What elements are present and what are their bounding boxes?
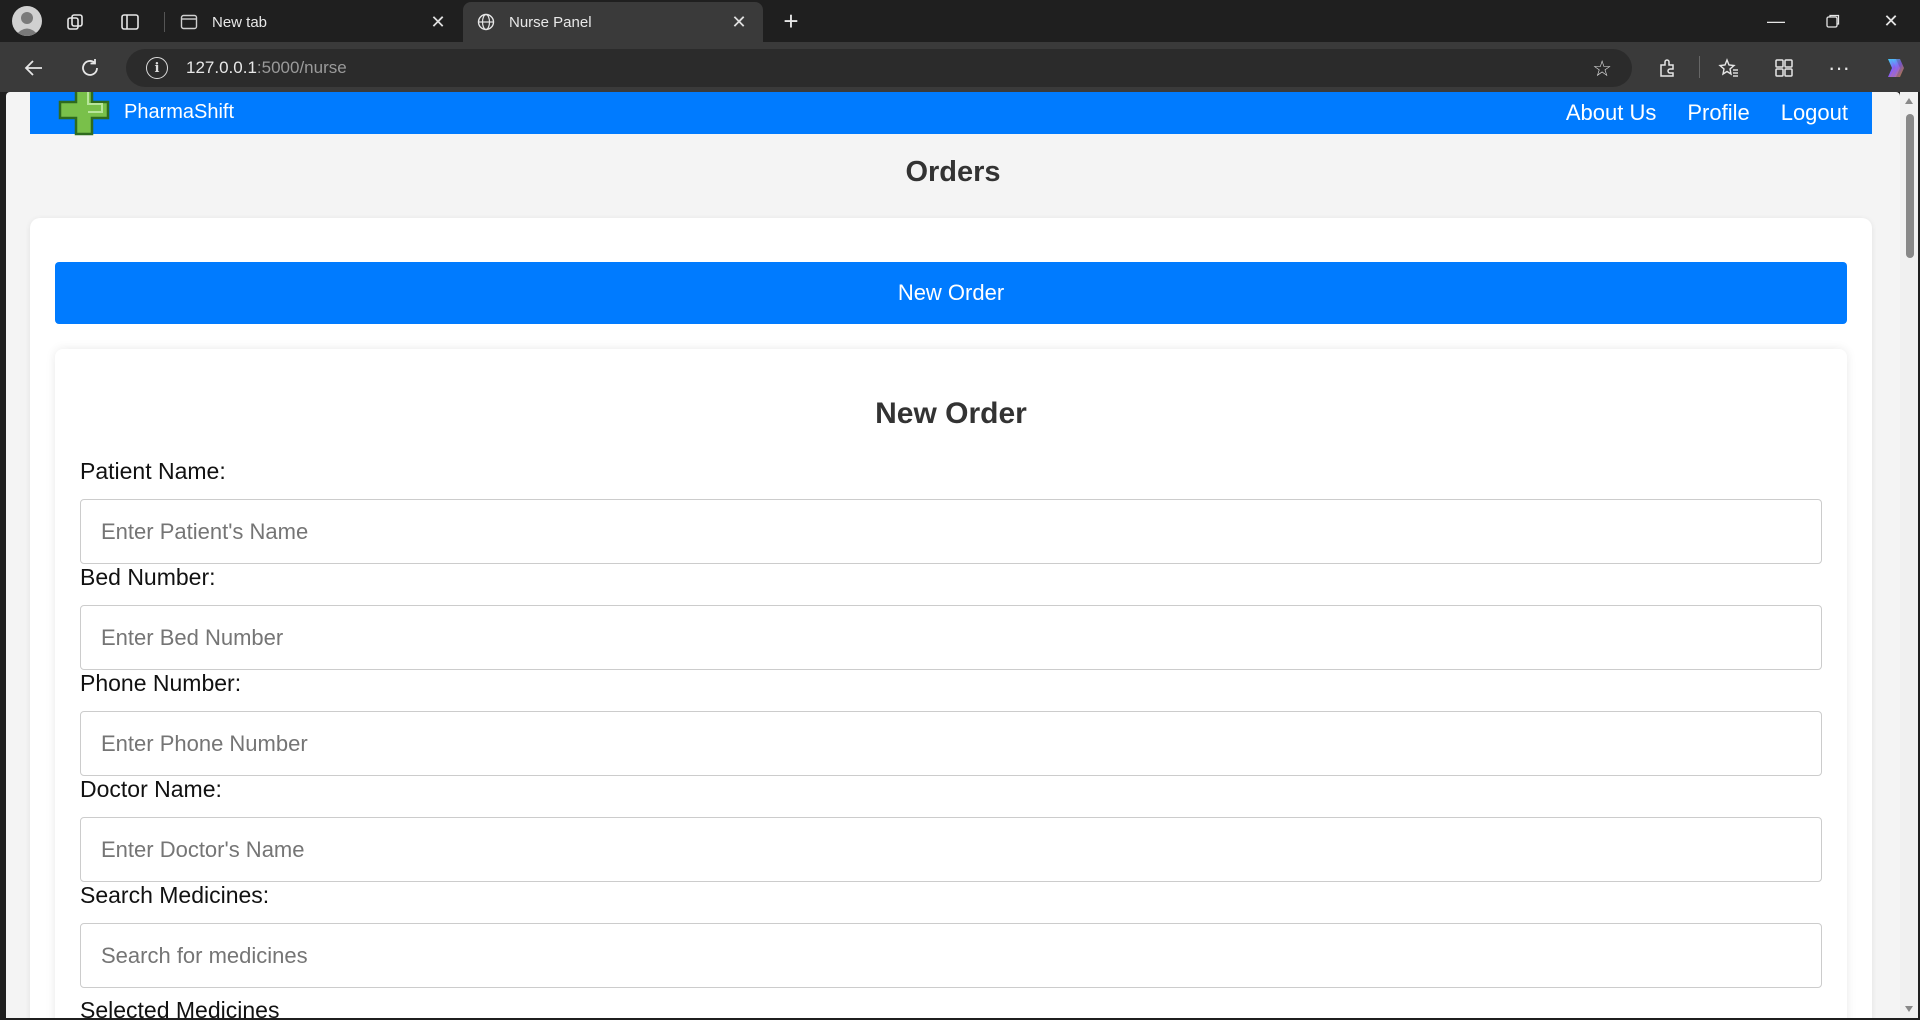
new-order-form: New Order Patient Name: Bed Number: Phon… [55, 349, 1847, 1018]
tab-separator [164, 12, 165, 32]
close-window-icon[interactable]: ✕ [1862, 0, 1920, 42]
collections-icon[interactable] [1766, 50, 1802, 86]
tab-nurse-panel[interactable]: Nurse Panel ✕ [463, 2, 763, 42]
nav-about-us-link[interactable]: About Us [1566, 100, 1657, 126]
tab-actions-icon[interactable] [116, 8, 144, 36]
doctor-name-label: Doctor Name: [80, 776, 222, 802]
page-title: Orders [905, 156, 1001, 188]
back-icon[interactable] [16, 50, 52, 86]
url-text: 127.0.0.1:5000/nurse [186, 58, 347, 77]
page-scrollbar[interactable] [1900, 92, 1918, 1018]
toolbar-divider [1699, 56, 1700, 78]
person-icon [15, 12, 39, 36]
restore-icon[interactable] [1804, 0, 1862, 42]
new-tab-page-icon [180, 14, 198, 30]
refresh-icon[interactable] [72, 50, 108, 86]
nav-links: About Us Profile Logout [1566, 92, 1848, 134]
close-icon[interactable]: ✕ [428, 12, 448, 32]
form-title: New Order [875, 397, 1027, 430]
page-viewport: PharmaShift About Us Profile Logout Orde… [6, 92, 1900, 1018]
address-bar[interactable]: i 127.0.0.1:5000/nurse ☆ [126, 49, 1632, 87]
tab-new-tab[interactable]: New tab ✕ [166, 2, 462, 42]
search-medicines-input[interactable] [80, 923, 1822, 988]
copilot-icon[interactable] [1876, 50, 1912, 86]
new-order-button[interactable]: New Order [55, 262, 1847, 324]
patient-name-label: Patient Name: [80, 458, 226, 484]
favorites-icon[interactable] [1711, 50, 1747, 86]
pharmacy-cross-logo [58, 92, 110, 136]
favorite-star-icon[interactable]: ☆ [1592, 56, 1612, 82]
doctor-name-input[interactable] [80, 817, 1822, 882]
phone-number-input[interactable] [80, 711, 1822, 776]
search-medicines-label: Search Medicines: [80, 882, 270, 908]
globe-icon [477, 13, 495, 31]
scroll-up-arrow-icon[interactable] [1905, 98, 1913, 104]
nav-profile-link[interactable]: Profile [1687, 100, 1749, 126]
nav-logout-link[interactable]: Logout [1781, 100, 1848, 126]
minimize-icon[interactable]: — [1747, 0, 1805, 42]
bed-number-label: Bed Number: [80, 564, 216, 590]
scroll-down-arrow-icon[interactable] [1905, 1006, 1913, 1012]
phone-number-label: Phone Number: [80, 670, 242, 696]
bed-number-input[interactable] [80, 605, 1822, 670]
close-icon[interactable]: ✕ [729, 12, 749, 32]
orders-card: New Order New Order Patient Name: Bed Nu… [30, 218, 1872, 1018]
tab-title: New tab [212, 13, 268, 31]
tab-title: Nurse Panel [509, 13, 592, 31]
brand-name[interactable]: PharmaShift [124, 101, 234, 124]
profile-avatar[interactable] [12, 6, 42, 36]
selected-medicines-label: Selected Medicines [80, 997, 280, 1018]
new-tab-button[interactable]: + [776, 6, 806, 36]
scrollbar-thumb[interactable] [1906, 114, 1914, 258]
browser-toolbar: i 127.0.0.1:5000/nurse ☆ ··· [0, 42, 1920, 92]
more-options-icon[interactable]: ··· [1821, 50, 1857, 86]
site-info-icon[interactable]: i [146, 57, 168, 79]
patient-name-input[interactable] [80, 499, 1822, 564]
workspaces-icon[interactable] [62, 8, 90, 36]
browser-tabstrip: New tab ✕ Nurse Panel ✕ + — ✕ [0, 0, 1920, 42]
app-navbar: PharmaShift About Us Profile Logout [30, 92, 1872, 136]
extensions-icon[interactable] [1650, 50, 1686, 86]
